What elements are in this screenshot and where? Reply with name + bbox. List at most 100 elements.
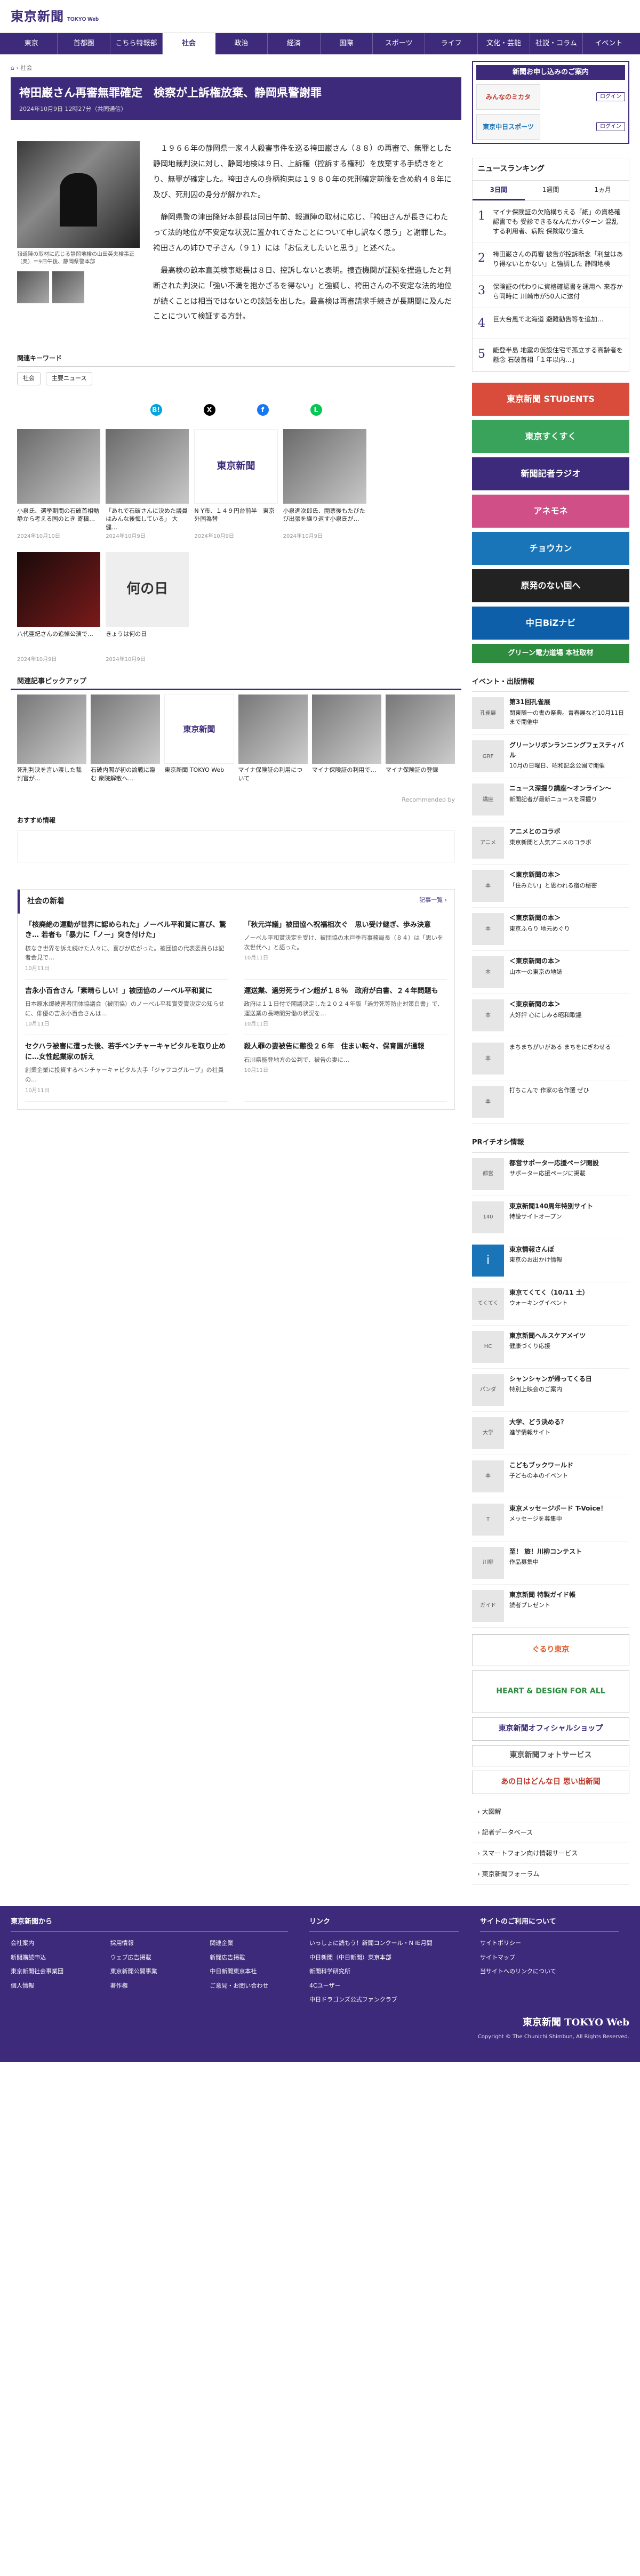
footer-link[interactable]: 東京新聞社会事業団 [11, 1967, 89, 1976]
event-item[interactable]: 本＜東京新聞の本＞ 「住みたい」と思われる宿の秘密 [472, 865, 629, 908]
related-card[interactable]: 「あれで石破さんに決めた議員はみんな後悔している」 大健… 2024年10月9日 [106, 429, 189, 540]
nav-item-life[interactable]: ライフ [425, 33, 478, 54]
footer-link[interactable]: 中日新聞（中日新聞）東京本部 [309, 1953, 459, 1963]
footer-link[interactable]: 中日ドラゴンズ公式ファンクラブ [309, 1996, 459, 2005]
thumbnail[interactable] [52, 271, 84, 304]
nav-item-kokusai[interactable]: 国際 [321, 33, 373, 54]
pr-item[interactable]: 都営 都営サポーター応援ページ開設 サポーター応援ページに掲載 [472, 1153, 629, 1196]
facebook-icon[interactable]: f [257, 403, 269, 416]
line-icon[interactable]: L [310, 403, 322, 416]
nav-item-keizai[interactable]: 経済 [268, 33, 321, 54]
ranking-item[interactable]: 3 保険証の代わりに資格確認書を運用へ 来春から同時に 川崎市が50人に送付 [473, 276, 629, 308]
pr-item[interactable]: 川柳 至！ 旅！川柳コンテスト 作品募集中 [472, 1541, 629, 1585]
social-news-more-link[interactable]: 記事一覧 › [419, 896, 447, 907]
footer-link[interactable]: 当サイトへのリンクについて [480, 1967, 619, 1976]
banner-genpatsu[interactable]: 原発のない国へ [472, 569, 629, 602]
banner-radio[interactable]: 新聞記者ラジオ [472, 457, 629, 490]
event-item[interactable]: GRF グリーンリボンランニングフェスティバル 10月の日曜日、昭和記念公園で開催 [472, 735, 629, 778]
pickup-card[interactable]: 東京新聞 東京新聞 TOKYO Web [164, 695, 234, 792]
thumbnail[interactable] [17, 271, 49, 304]
pr-item[interactable]: 140 東京新聞140周年特別サイト 特設サイトオープン [472, 1196, 629, 1239]
pickup-card[interactable]: 石破内閣が初の論戦に臨む 衆院解散へ… [91, 695, 161, 792]
pickup-card[interactable]: マイナ保険証の利用について [238, 695, 308, 792]
pr-item[interactable]: 大学 大学、どう決める？ 進学情報サイト [472, 1412, 629, 1455]
news-item[interactable]: 「秋元洋議」被団協へ祝福相次ぐ 思い受け継ぎ、歩み決意 ノーベル平和賞決定を受け、… [244, 914, 447, 980]
nav-item-bunka[interactable]: 文化・芸能 [478, 33, 531, 54]
site-logo[interactable]: 東京新聞 TOKYO Web [11, 7, 99, 26]
nav-item-shakai[interactable]: 社会 [163, 33, 215, 54]
nav-item-tokyo[interactable]: 東京 [5, 33, 58, 54]
footer-link[interactable]: 関連企業 [210, 1939, 288, 1948]
footer-link[interactable]: 個人情報 [11, 1982, 89, 1991]
link-smartphone[interactable]: › スマートフォン向け情報サービス [472, 1843, 629, 1864]
banner-photo[interactable]: 東京新聞フォトサービス [472, 1745, 629, 1766]
banner-chokan[interactable]: チョウカン [472, 531, 629, 565]
ranking-tab-1month[interactable]: 1ヵ月 [577, 181, 629, 200]
footer-link[interactable]: いっしょに読もう！新聞コンクール・N IE月間 [309, 1939, 459, 1948]
event-item[interactable]: 本＜東京新聞の本＞ 東京ふらり 地元めぐり [472, 908, 629, 951]
ranking-item[interactable]: 5 能登半島 地震の仮設住宅で孤立する高齢者を懸念 石破首相「１年以内…」 [473, 339, 629, 372]
subscription-logo[interactable]: 東京中日スポーツ [476, 114, 540, 140]
login-button[interactable]: ログイン [596, 92, 625, 101]
event-item[interactable]: 本まちまちがいがある まちをにぎわせる [472, 1037, 629, 1080]
pickup-card[interactable]: マイナ保険証の登録 [385, 695, 455, 792]
event-item[interactable]: 本打ちこんで 作家の名作選 ぜひ [472, 1080, 629, 1124]
nav-item-sports[interactable]: スポーツ [373, 33, 426, 54]
news-item[interactable]: セクハラ被害に遭った後、若手ベンチャーキャピタルを取り止めに…女性起業家の訴え創… [25, 1035, 228, 1102]
article-photo[interactable] [17, 141, 140, 248]
keyword-tag[interactable]: 主要ニュース [46, 372, 93, 385]
pr-item[interactable]: 本こどもブックワールド 子どもの本のイベント [472, 1455, 629, 1498]
event-item[interactable]: 本＜東京新聞の本＞ 大好評 心にしみる昭和歌謡 [472, 994, 629, 1037]
link-daizukai[interactable]: › 大図解 [472, 1802, 629, 1822]
ranking-tab-1week[interactable]: 1週間 [525, 181, 577, 200]
banner-sukusuku[interactable]: 東京すくすく [472, 419, 629, 453]
nav-item-shutoken[interactable]: 首都圏 [58, 33, 110, 54]
subscription-logo[interactable]: みんなのミカタ [476, 84, 540, 110]
ranking-item[interactable]: 4 巨大台風で北海道 避難勧告等を追加… [473, 308, 629, 339]
footer-link[interactable]: 4Cユーザー [309, 1982, 459, 1991]
related-card[interactable]: 何の日 きょうは何の日 2024年10月9日 [106, 552, 189, 664]
footer-link[interactable]: 東京新聞公開事業 [110, 1967, 189, 1976]
pickup-card[interactable]: マイナ保険証の利用で… [311, 695, 381, 792]
footer-logo[interactable]: 東京新聞 TOKYO Web [523, 2015, 629, 2030]
pickup-card[interactable]: 死刑判決を言い渡した裁判官が… [17, 695, 87, 792]
related-card[interactable]: 八代亜紀さんの追悼公演で… 2024年10月9日 [17, 552, 101, 664]
banner-students[interactable]: 東京新聞 STUDENTS [472, 382, 629, 416]
banner-heart-design[interactable]: HEART & DESIGN FOR ALL [472, 1670, 629, 1713]
pr-item[interactable]: パンダ シャンシャンが帰ってくる日 特別上映会のご案内 [472, 1369, 629, 1412]
nav-item-seiji[interactable]: 政治 [215, 33, 268, 54]
footer-link[interactable]: 著作権 [110, 1982, 189, 1991]
login-button[interactable]: ログイン [596, 122, 625, 131]
footer-link[interactable]: サイトポリシー [480, 1939, 619, 1948]
pr-item[interactable]: i 東京情報さんぽ 東京のお出かけ情報 [472, 1239, 629, 1282]
footer-link[interactable]: 新聞購読申込 [11, 1953, 89, 1963]
recommended-by[interactable]: Recommended by [11, 796, 461, 805]
nav-item-shasetsu[interactable]: 社説・コラム [530, 33, 583, 54]
footer-link[interactable]: サイトマップ [480, 1953, 619, 1963]
nav-item-event[interactable]: イベント [583, 33, 635, 54]
news-item[interactable]: 運送業、過労死ライン超が１８％ 政府が白書、２４年問題も 政府は１１日付で閣議決定… [244, 980, 447, 1036]
pr-item[interactable]: HC 東京新聞ヘルスケアメイツ 健康づくり応援 [472, 1326, 629, 1369]
footer-link[interactable]: 中日新聞東京本社 [210, 1967, 288, 1976]
event-item[interactable]: アニメ アニメとのコラボ 東京新聞と人気アニメのコラボ [472, 821, 629, 865]
footer-link[interactable]: 新聞科学研究所 [309, 1967, 459, 1976]
banner-anemone[interactable]: アネモネ [472, 494, 629, 528]
pr-item[interactable]: ガイド 東京新聞 特製ガイド帳 読者プレゼント [472, 1585, 629, 1628]
pr-item[interactable]: T 東京メッセージボード T-Voice！ メッセージを募集中 [472, 1498, 629, 1541]
banner-biznavi[interactable]: 中日BiZナビ [472, 606, 629, 640]
nav-item-tokuhobu[interactable]: こちら特報部 [110, 33, 163, 54]
event-item[interactable]: 講座 ニュース深掘り講座〜オンライン〜 新聞記者が最新ニュースを深掘り [472, 778, 629, 821]
link-kisha-db[interactable]: › 記者データベース [472, 1822, 629, 1843]
keyword-tag[interactable]: 社会 [17, 372, 41, 385]
link-forum[interactable]: › 東京新聞フォーラム [472, 1864, 629, 1885]
ranking-tab-3days[interactable]: 3日間 [473, 181, 525, 200]
ranking-item[interactable]: 2 袴田巌さんの再審 被告が控訴断念「利益はあり得ないとかない」と強調した 静岡地… [473, 243, 629, 276]
event-item[interactable]: 本＜東京新聞の本＞ 山本一の東京の地誌 [472, 951, 629, 994]
news-item[interactable]: 吉永小百合さん「素晴らしい！」被団協のノーベル平和賞に 日本原水爆被害者団体協議会… [25, 980, 228, 1036]
banner-shop[interactable]: 東京新聞オフィシャルショップ [472, 1717, 629, 1741]
related-card[interactable]: 東京新聞 N Y市、１４９円台前半 東京外国為替 2024年10月9日 [194, 429, 278, 540]
news-item[interactable]: 殺人罪の妻被告に懲役２６年 住まい転々、保育園が通報 石川県能登地方の公判で、被告… [244, 1035, 447, 1102]
footer-link[interactable]: 採用情報 [110, 1939, 189, 1948]
ranking-item[interactable]: 1 マイナ保険証の欠陥構ちえる「紙」の資格確認書でも 受診できるなんだかパターン … [473, 201, 629, 243]
banner-omoide[interactable]: あの日はどんな日 思い出新聞 [472, 1770, 629, 1794]
